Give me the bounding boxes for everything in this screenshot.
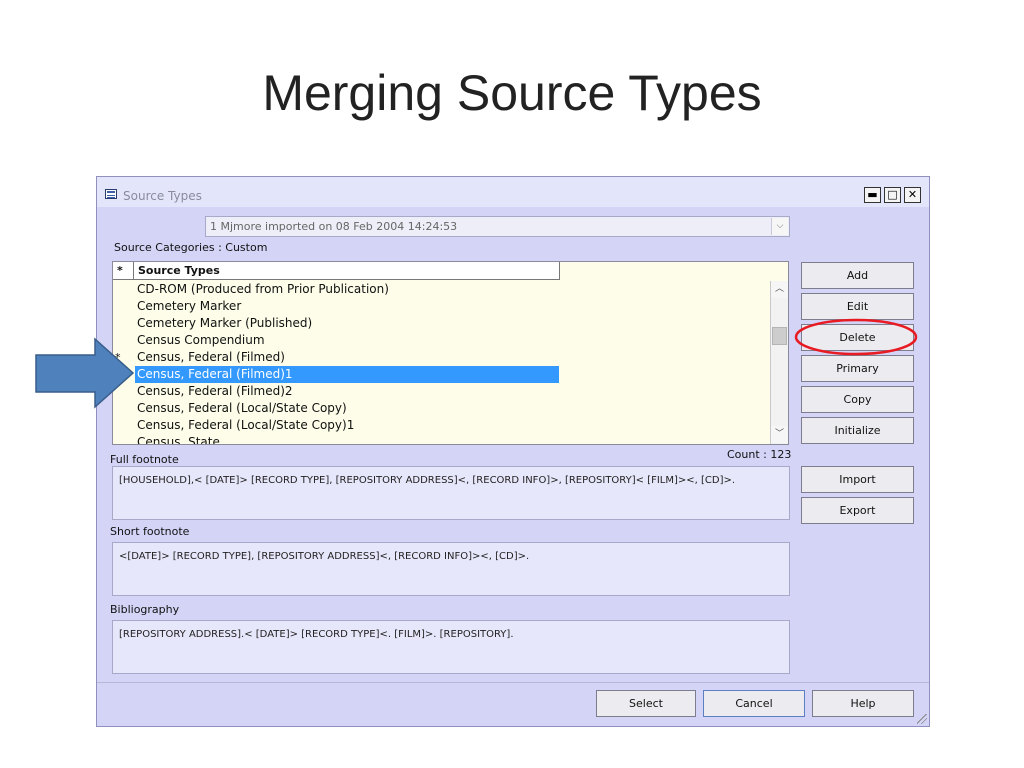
full-footnote-field[interactable]: [HOUSEHOLD],< [DATE]> [RECORD TYPE], [RE…	[112, 466, 790, 520]
column-header-star[interactable]: *	[113, 262, 134, 280]
list-item-selected[interactable]: Census, Federal (Filmed)1	[113, 366, 771, 383]
primary-star: *	[115, 351, 121, 364]
short-footnote-field[interactable]: <[DATE]> [RECORD TYPE], [REPOSITORY ADDR…	[112, 542, 790, 596]
copy-button[interactable]: Copy	[801, 386, 914, 413]
list-item[interactable]: Census, Federal (Local/State Copy)1	[113, 417, 771, 434]
source-categories-label: Source Categories : Custom	[114, 241, 268, 254]
import-select[interactable]: 1 Mjmore imported on 08 Feb 2004 14:24:5…	[205, 216, 790, 237]
primary-button[interactable]: Primary	[801, 355, 914, 382]
close-button[interactable]: ✕	[904, 187, 921, 203]
scroll-down-icon[interactable]: ﹀	[771, 426, 788, 443]
scrollbar-thumb[interactable]	[772, 327, 787, 345]
count-label: Count : 123	[727, 448, 792, 461]
table-icon	[105, 189, 117, 199]
list-item-label: Cemetery Marker	[137, 299, 242, 313]
list-item[interactable]: * Census, Federal (Filmed)	[113, 349, 771, 366]
full-footnote-label: Full footnote	[110, 453, 179, 466]
source-types-window: Source Types ▬ □ ✕ 1 Mjmore imported on …	[96, 176, 930, 727]
list-item[interactable]: Census, Federal (Filmed)2	[113, 383, 771, 400]
export-button[interactable]: Export	[801, 497, 914, 524]
list-item[interactable]: Census Compendium	[113, 332, 771, 349]
import-select-value: 1 Mjmore imported on 08 Feb 2004 14:24:5…	[210, 220, 458, 233]
scroll-up-icon[interactable]: ︿	[771, 281, 788, 298]
chevron-down-icon[interactable]: ⌵	[771, 218, 788, 235]
list-item[interactable]: Cemetery Marker	[113, 298, 771, 315]
select-button[interactable]: Select	[596, 690, 696, 717]
minimize-button[interactable]: ▬	[864, 187, 881, 203]
bibliography-field[interactable]: [REPOSITORY ADDRESS].< [DATE]> [RECORD T…	[112, 620, 790, 674]
source-types-list[interactable]: * Source Types CD-ROM (Produced from Pri…	[112, 261, 789, 445]
list-item-label: Census, Federal (Filmed)2	[137, 384, 293, 398]
restore-button[interactable]: □	[884, 187, 901, 203]
list-scrollbar[interactable]: ︿ ﹀	[770, 281, 788, 444]
list-item[interactable]: Cemetery Marker (Published)	[113, 315, 771, 332]
list-rows: CD-ROM (Produced from Prior Publication)…	[113, 281, 771, 445]
list-item-label: Census, Federal (Local/State Copy)	[137, 401, 347, 415]
delete-button[interactable]: Delete	[801, 324, 914, 351]
initialize-button[interactable]: Initialize	[801, 417, 914, 444]
short-footnote-label: Short footnote	[110, 525, 190, 538]
list-item-label: CD-ROM (Produced from Prior Publication)	[137, 282, 389, 296]
list-item-label: Census, Federal (Local/State Copy)1	[137, 418, 355, 432]
list-header: * Source Types	[113, 262, 773, 280]
help-button[interactable]: Help	[812, 690, 914, 717]
list-item[interactable]: CD-ROM (Produced from Prior Publication)	[113, 281, 771, 298]
list-item-label: Cemetery Marker (Published)	[137, 316, 313, 330]
edit-button[interactable]: Edit	[801, 293, 914, 320]
list-item-label: Census, Federal (Filmed)	[137, 350, 285, 364]
add-button[interactable]: Add	[801, 262, 914, 289]
column-header-source-types[interactable]: Source Types	[134, 262, 560, 280]
window-title: Source Types	[123, 189, 202, 203]
list-item-label: Census Compendium	[137, 333, 265, 347]
slide-title: Merging Source Types	[262, 65, 762, 121]
footer-divider	[97, 682, 929, 683]
bibliography-label: Bibliography	[110, 603, 180, 616]
resize-grip-icon[interactable]	[917, 714, 927, 724]
list-item[interactable]: Census, State	[113, 434, 771, 445]
import-button[interactable]: Import	[801, 466, 914, 493]
cancel-button[interactable]: Cancel	[703, 690, 805, 717]
list-item-label: Census, State	[137, 435, 220, 445]
list-item[interactable]: Census, Federal (Local/State Copy)	[113, 400, 771, 417]
list-item-label: Census, Federal (Filmed)1	[135, 366, 559, 383]
window-titlebar[interactable]: Source Types ▬ □ ✕	[97, 177, 929, 207]
